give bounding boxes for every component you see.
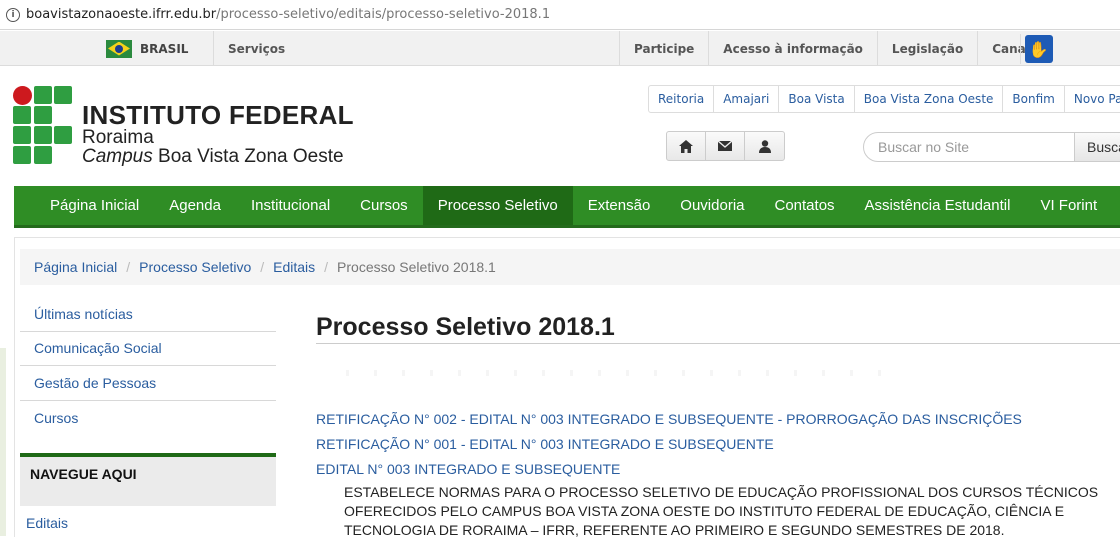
acesso-informacao-link[interactable]: Acesso à informação bbox=[708, 31, 877, 66]
envelope-icon[interactable] bbox=[706, 132, 745, 160]
campus-link-reitoria[interactable]: Reitoria bbox=[649, 86, 715, 112]
user-icon[interactable] bbox=[745, 132, 784, 160]
sidebar-item-editais[interactable]: Editais bbox=[26, 515, 68, 531]
document-description: ESTABELECE NORMAS PARA O PROCESSO SELETI… bbox=[344, 484, 1099, 538]
page-title: Processo Seletivo 2018.1 bbox=[316, 313, 615, 341]
nav-agenda[interactable]: Agenda bbox=[154, 186, 236, 225]
campus-links: Reitoria Amajari Boa Vista Boa Vista Zon… bbox=[648, 85, 1120, 113]
gov-bar: BRASIL Serviços Participe Acesso à infor… bbox=[0, 31, 1120, 66]
logo-square bbox=[34, 146, 52, 164]
sidebar-menu: Últimas notícias Comunicação Social Gest… bbox=[20, 297, 276, 435]
breadcrumb-separator: / bbox=[126, 259, 131, 275]
servicos-link[interactable]: Serviços bbox=[214, 31, 285, 66]
campus-link-novo-paraiso[interactable]: Novo Paraí bbox=[1065, 86, 1120, 112]
nav-contatos[interactable]: Contatos bbox=[760, 186, 850, 225]
logo-square bbox=[34, 86, 52, 104]
breadcrumb-separator: / bbox=[260, 259, 265, 275]
home-icon[interactable] bbox=[667, 132, 706, 160]
title-divider bbox=[316, 343, 1120, 344]
accessibility-button[interactable]: ✋ bbox=[1020, 34, 1056, 64]
sidebar-item-gestao-de-pessoas[interactable]: Gestão de Pessoas bbox=[20, 366, 276, 401]
sidebar-item-cursos[interactable]: Cursos bbox=[20, 401, 276, 436]
url-path: /processo-seletivo/editais/processo-sele… bbox=[216, 7, 551, 22]
campus-link-boa-vista[interactable]: Boa Vista bbox=[779, 86, 855, 112]
campus-link-bonfim[interactable]: Bonfim bbox=[1003, 86, 1065, 112]
sidebar-item-ultimas-noticias[interactable]: Últimas notícias bbox=[20, 297, 276, 332]
faded-text-artifact bbox=[346, 370, 906, 376]
nav-assistencia-estudantil[interactable]: Assistência Estudantil bbox=[850, 186, 1026, 225]
logo-square bbox=[34, 126, 52, 144]
brazil-flag-icon bbox=[106, 39, 132, 58]
logo-square bbox=[13, 146, 31, 164]
article: Processo Seletivo 2018.1 RETIFICAÇÃO N° … bbox=[306, 300, 1120, 538]
libras-hands-icon: ✋ bbox=[1024, 35, 1053, 63]
nav-cursos[interactable]: Cursos bbox=[345, 186, 423, 225]
logo-square bbox=[54, 86, 72, 104]
info-icon[interactable]: i bbox=[6, 7, 20, 22]
page-edge-strip bbox=[0, 348, 6, 536]
institution-campus: Campus Boa Vista Zona Oeste bbox=[82, 146, 344, 168]
sidebar-item-comunicacao-social[interactable]: Comunicação Social bbox=[20, 332, 276, 366]
address-bar[interactable]: i boavistazonaoeste.ifrr.edu.br /process… bbox=[0, 0, 1120, 30]
nav-processo-seletivo[interactable]: Processo Seletivo bbox=[422, 186, 573, 225]
breadcrumb: Página Inicial / Processo Seletivo / Edi… bbox=[20, 249, 1120, 285]
quick-icons bbox=[666, 131, 785, 161]
url-domain: boavistazonaoeste.ifrr.edu.br bbox=[26, 7, 217, 22]
nav-institucional[interactable]: Institucional bbox=[236, 186, 345, 225]
brasil-link[interactable]: BRASIL bbox=[96, 31, 214, 66]
nav-extensao[interactable]: Extensão bbox=[573, 186, 666, 225]
document-link-retificacao-001[interactable]: RETIFICAÇÃO N° 001 - EDITAL N° 003 INTEG… bbox=[316, 436, 774, 452]
main-nav: Página Inicial Agenda Institucional Curs… bbox=[14, 186, 1120, 228]
logo-square bbox=[13, 106, 31, 124]
breadcrumb-current: Processo Seletivo 2018.1 bbox=[337, 259, 496, 275]
campus-link-boa-vista-zona-oeste[interactable]: Boa Vista Zona Oeste bbox=[855, 86, 1004, 112]
search-button[interactable]: Buscar bbox=[1075, 132, 1120, 162]
document-link-edital-003[interactable]: EDITAL N° 003 INTEGRADO E SUBSEQUENTE bbox=[316, 461, 620, 477]
participe-link[interactable]: Participe bbox=[619, 31, 708, 66]
brasil-label: BRASIL bbox=[140, 41, 189, 56]
breadcrumb-pagina-inicial[interactable]: Página Inicial bbox=[34, 259, 117, 275]
breadcrumb-editais[interactable]: Editais bbox=[273, 259, 315, 275]
logo-red-circle bbox=[13, 86, 32, 105]
logo-square bbox=[54, 126, 72, 144]
navegue-aqui-heading: NAVEGUE AQUI bbox=[20, 453, 276, 506]
breadcrumb-processo-seletivo[interactable]: Processo Seletivo bbox=[139, 259, 251, 275]
campus-link-amajari[interactable]: Amajari bbox=[714, 86, 780, 112]
ifrr-logo[interactable] bbox=[13, 86, 73, 166]
document-link-retificacao-002[interactable]: RETIFICAÇÃO N° 002 - EDITAL N° 003 INTEG… bbox=[316, 411, 1022, 427]
campus-word: Campus bbox=[82, 146, 153, 167]
logo-square bbox=[34, 106, 52, 124]
campus-name: Boa Vista Zona Oeste bbox=[152, 146, 344, 167]
search-input[interactable] bbox=[863, 132, 1075, 162]
logo-square bbox=[13, 126, 31, 144]
site-search: Buscar bbox=[863, 132, 1120, 162]
legislacao-link[interactable]: Legislação bbox=[876, 31, 977, 66]
nav-vi-forint[interactable]: VI Forint bbox=[1025, 186, 1112, 225]
nav-ouvidoria[interactable]: Ouvidoria bbox=[665, 186, 759, 225]
nav-pagina-inicial[interactable]: Página Inicial bbox=[35, 186, 154, 225]
breadcrumb-separator: / bbox=[324, 259, 329, 275]
